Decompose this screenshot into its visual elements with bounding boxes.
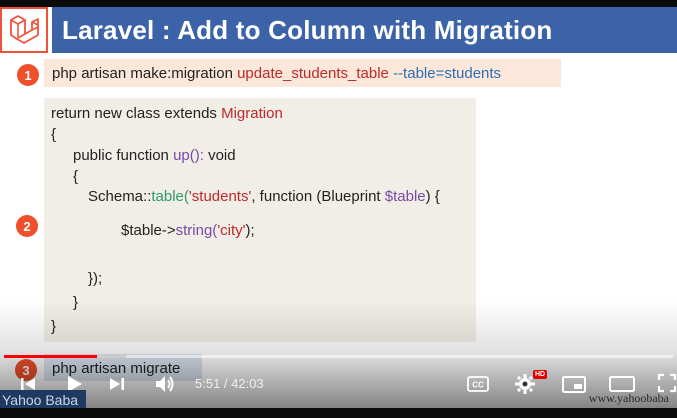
code-line-2: { <box>51 126 57 143</box>
code-line-3: public function up(): void <box>73 147 236 164</box>
slide-title: Laravel : Add to Column with Migration <box>62 14 553 45</box>
code-line-5: Schema::table('students', function (Blue… <box>88 188 440 205</box>
top-letterbox <box>0 0 677 7</box>
code-keyword: public function <box>73 147 174 164</box>
title-bar: Laravel : Add to Column with Migration <box>52 7 677 53</box>
progress-bar[interactable] <box>4 355 673 358</box>
migration-name: update_students_table <box>237 65 389 82</box>
code-variable: $table <box>384 188 426 205</box>
code-class-name: Schema:: <box>88 188 152 205</box>
channel-watermark: Yahoo Baba <box>0 390 86 410</box>
code-method-name: up(): <box>173 147 204 164</box>
volume-icon[interactable] <box>153 373 177 395</box>
progress-played <box>4 355 97 358</box>
svg-text:CC: CC <box>472 381 484 390</box>
code-keyword: return new class extends <box>51 105 222 122</box>
code-return-type: void <box>203 147 236 164</box>
code-snippet: return new class extends Migration { pub… <box>44 98 476 342</box>
code-line-4: { <box>73 168 79 185</box>
code-method-name: string( <box>175 222 218 239</box>
time-display: 5:51 / 42:03 <box>195 376 264 391</box>
code-line-6: $table->string('city'); <box>121 222 255 239</box>
hd-badge: HD <box>533 370 548 379</box>
website-watermark: www.yahoobaba <box>588 391 669 405</box>
code-line-8: } <box>73 294 79 311</box>
code-text: ); <box>245 222 255 239</box>
code-text: , function (Blueprint <box>251 188 385 205</box>
step-1-badge: 1 <box>17 64 39 86</box>
step-2-badge: 2 <box>16 215 38 237</box>
next-icon[interactable] <box>106 373 128 395</box>
code-text: ) { <box>425 188 440 205</box>
miniplayer-icon[interactable] <box>561 375 587 393</box>
code-line-9: } <box>51 318 57 335</box>
slide-header: Laravel : Add to Column with Migration <box>0 7 677 53</box>
code-variable: $table-> <box>121 222 176 239</box>
bottom-letterbox <box>0 408 677 418</box>
laravel-logo-icon <box>0 7 48 53</box>
code-line-7: }); <box>88 270 103 287</box>
table-option: --table=students <box>393 65 502 82</box>
code-string: 'students' <box>188 188 252 205</box>
make-migration-command: php artisan make:migration update_studen… <box>44 59 561 87</box>
code-string: 'city' <box>217 222 246 239</box>
code-method-name: table( <box>151 188 189 205</box>
code-line-1: return new class extends Migration <box>51 105 283 122</box>
code-class-name: Migration <box>221 105 283 122</box>
command-prefix: php artisan make:migration <box>52 65 238 82</box>
captions-icon[interactable]: CC <box>466 375 490 393</box>
